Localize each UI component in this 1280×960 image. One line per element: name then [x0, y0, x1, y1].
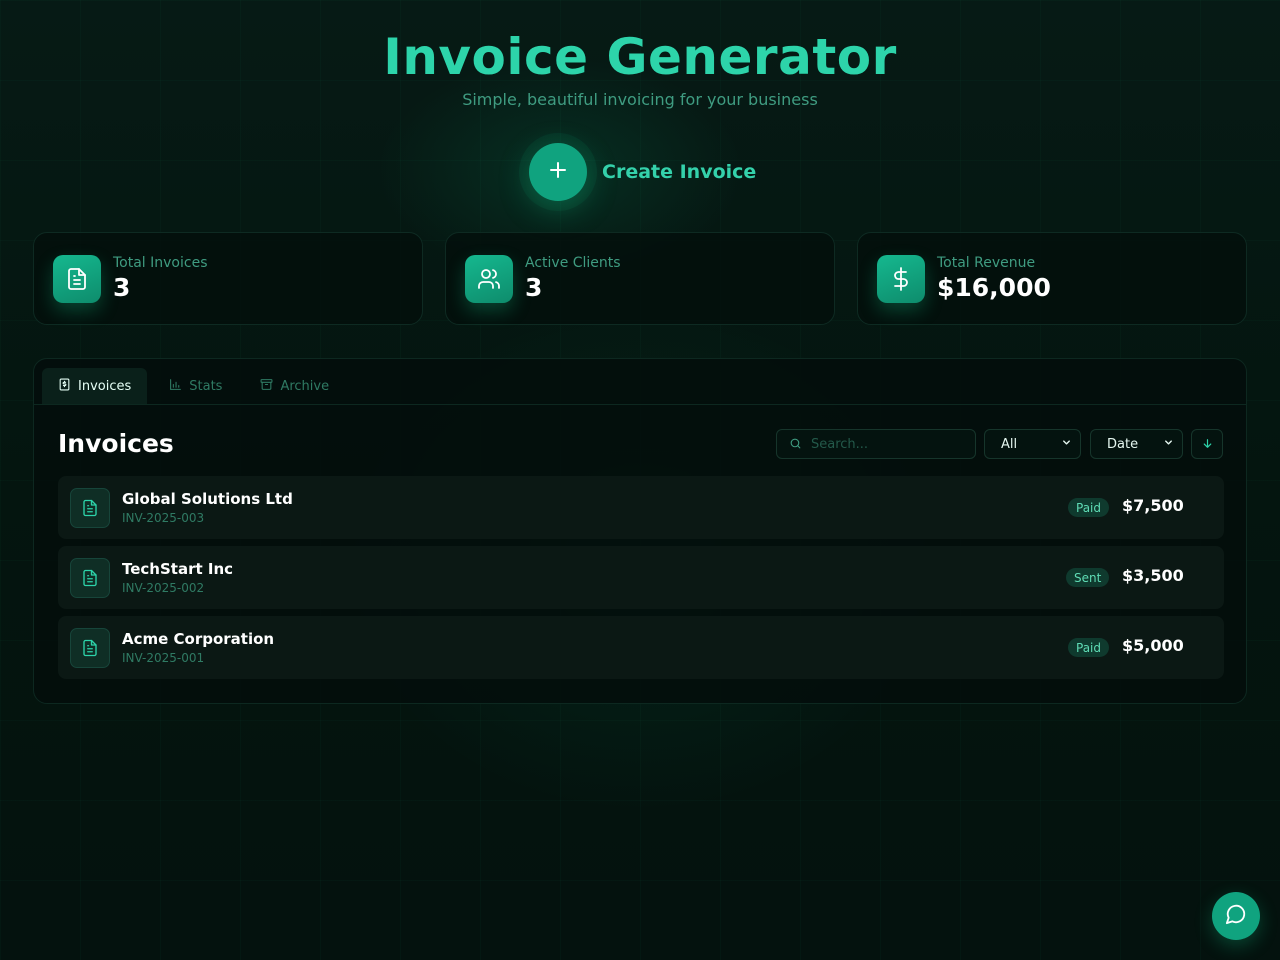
status-filter-select[interactable]: All: [984, 429, 1081, 459]
stat-value: 3: [525, 273, 543, 302]
invoice-row[interactable]: Acme Corporation INV-2025-001 Paid $5,00…: [58, 616, 1224, 679]
sort-by-select[interactable]: Date: [1090, 429, 1183, 459]
invoice-icon: [58, 378, 71, 395]
file-text-icon: [70, 487, 110, 528]
chat-bubble-icon: [1225, 903, 1247, 929]
tab-label: Stats: [189, 378, 223, 394]
status-badge: Sent: [1066, 568, 1110, 587]
page-title: Invoice Generator: [383, 28, 897, 86]
search-input[interactable]: [811, 436, 961, 452]
create-invoice-circle[interactable]: [529, 143, 587, 201]
invoice-client: Global Solutions Ltd: [122, 490, 293, 508]
dollar-icon: [877, 254, 925, 303]
invoices-panel: Invoices Stats Archive Invoices Search..…: [33, 358, 1247, 704]
app-root: Invoice Generator Simple, beautiful invo…: [0, 0, 1280, 960]
users-icon: [465, 254, 513, 303]
invoice-amount: $5,000: [1122, 636, 1184, 655]
archive-icon: [260, 378, 273, 395]
invoice-number: INV-2025-002: [122, 581, 205, 595]
bar-chart-icon: [169, 378, 182, 395]
file-text-icon: [70, 627, 110, 668]
tab-invoices[interactable]: Invoices: [42, 368, 148, 404]
invoice-amount: $7,500: [1122, 496, 1184, 515]
stat-card-total-revenue: Total Revenue $16,000: [857, 232, 1247, 325]
invoice-client: TechStart Inc: [122, 560, 234, 578]
tab-bar: Invoices Stats Archive: [34, 359, 1246, 405]
search-box[interactable]: [776, 429, 976, 459]
plus-icon: [546, 158, 570, 186]
stat-value: 3: [113, 273, 131, 302]
create-invoice-label[interactable]: Create Invoice: [602, 161, 756, 183]
sort-by-value: Date: [1107, 436, 1139, 452]
sort-direction-button[interactable]: [1191, 429, 1223, 459]
stat-card-total-invoices: Total Invoices 3: [33, 232, 423, 325]
status-badge: Paid: [1068, 638, 1110, 657]
search-icon: [789, 435, 802, 454]
tab-stats[interactable]: Stats: [153, 368, 238, 404]
tab-label: Invoices: [78, 378, 132, 394]
chevron-down-icon: [1061, 437, 1072, 452]
document-icon: [53, 254, 101, 303]
stat-card-active-clients: Active Clients 3: [445, 232, 835, 325]
tab-archive[interactable]: Archive: [244, 368, 345, 404]
invoice-client: Acme Corporation: [122, 630, 275, 648]
status-filter-value: All: [1001, 436, 1018, 452]
invoices-heading: Invoices: [58, 429, 174, 458]
arrow-down-icon: [1201, 435, 1214, 454]
chat-button[interactable]: [1212, 892, 1260, 940]
invoice-row[interactable]: Global Solutions Ltd INV-2025-003 Paid $…: [58, 476, 1224, 539]
invoice-row[interactable]: TechStart Inc INV-2025-002 Sent $3,500: [58, 546, 1224, 609]
create-invoice-button[interactable]: Create Invoice: [529, 142, 756, 202]
stat-label: Active Clients: [525, 255, 621, 271]
invoice-amount: $3,500: [1122, 566, 1184, 585]
stat-label: Total Invoices: [113, 255, 208, 271]
file-text-icon: [70, 557, 110, 598]
chevron-down-icon: [1163, 437, 1174, 452]
tab-label: Archive: [280, 378, 330, 394]
invoice-number: INV-2025-001: [122, 651, 205, 665]
invoice-number: INV-2025-003: [122, 511, 205, 525]
page-subtitle: Simple, beautiful invoicing for your bus…: [462, 90, 818, 109]
stat-value: $16,000: [937, 273, 1051, 302]
status-badge: Paid: [1068, 498, 1110, 517]
stat-label: Total Revenue: [937, 255, 1036, 271]
